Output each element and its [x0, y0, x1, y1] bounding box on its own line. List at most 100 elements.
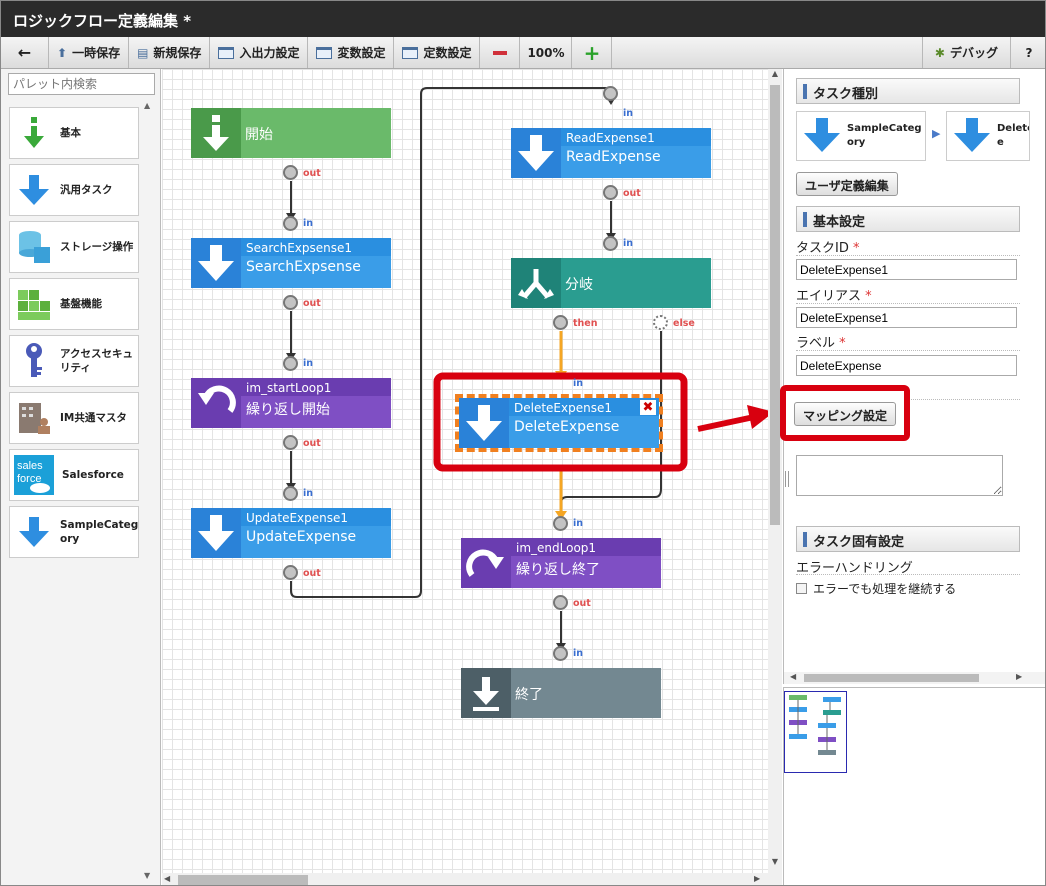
node-id: im_endLoop1 — [511, 538, 661, 556]
scroll-right-icon[interactable]: ▶ — [754, 874, 760, 883]
palette-scrollbar[interactable]: ▲ ▼ — [144, 101, 156, 881]
palette-item-storage[interactable]: ストレージ操作 — [9, 221, 139, 273]
search-node[interactable]: SearchExpsense1 SearchExpsense — [191, 238, 391, 288]
down-arrow-icon — [511, 128, 561, 178]
zoom-out-button[interactable] — [480, 37, 521, 68]
end-node[interactable]: 終了 — [461, 668, 661, 718]
temp-save-icon: ⬆ — [57, 45, 68, 60]
out-port[interactable] — [283, 565, 298, 580]
out-port[interactable] — [553, 595, 568, 610]
canvas-vertical-scrollbar[interactable]: ▲ ▼ — [768, 69, 782, 885]
grid-blocks-icon — [16, 284, 52, 324]
scroll-down-icon[interactable]: ▼ — [768, 857, 782, 866]
in-port[interactable] — [603, 236, 618, 251]
debug-button[interactable]: ✱ デバッグ — [923, 37, 1011, 68]
scroll-thumb[interactable] — [178, 875, 308, 885]
palette-item-sample-category[interactable]: SampleCateg ory — [9, 506, 139, 558]
in-port[interactable] — [553, 646, 568, 661]
port-label: in — [303, 218, 314, 229]
update-node[interactable]: UpdateExpense1 UpdateExpense — [191, 508, 391, 558]
out-port[interactable] — [283, 295, 298, 310]
task-card[interactable]: Delete e — [946, 111, 1030, 161]
down-arrow-blue-icon — [16, 170, 52, 210]
scroll-left-icon[interactable]: ◀ — [790, 672, 796, 681]
down-arrow-icon — [461, 668, 511, 718]
palette-item-platform[interactable]: 基盤機能 — [9, 278, 139, 330]
palette-search-input[interactable] — [8, 73, 155, 95]
continue-on-error-checkbox[interactable]: エラーでも処理を継続する — [796, 580, 956, 597]
task-id-field[interactable] — [796, 259, 1017, 280]
panel-resize-handle[interactable] — [785, 471, 789, 487]
in-port[interactable] — [283, 486, 298, 501]
palette-item-basic[interactable]: 基本 — [9, 107, 139, 159]
comment-textarea[interactable] — [796, 455, 1003, 496]
scroll-up-icon[interactable]: ▲ — [768, 69, 782, 78]
help-button[interactable]: ? — [1011, 37, 1045, 68]
out-port[interactable] — [283, 435, 298, 450]
read-node[interactable]: ReadExpense1 ReadExpense — [511, 128, 711, 178]
start-node[interactable]: 開始 — [191, 108, 391, 158]
scroll-down-icon[interactable]: ▼ — [144, 871, 150, 880]
loop-end-node[interactable]: im_endLoop1 繰り返し終了 — [461, 538, 661, 588]
mapping-settings-button[interactable]: マッピング設定 — [794, 402, 897, 426]
bug-icon: ✱ — [934, 45, 945, 60]
palette-item-im-master[interactable]: IM共通マスタ — [9, 392, 139, 444]
flow-canvas[interactable]: 開始 out in SearchExpsense1 SearchExpsense… — [162, 69, 782, 885]
window-icon — [218, 46, 235, 59]
task-id-label: タスクID * — [796, 241, 860, 256]
delete-node[interactable]: DeleteExpense1 DeleteExpense ✖ — [455, 394, 663, 452]
panel-horizontal-scrollbar[interactable]: ◀ ▶ — [784, 672, 1045, 684]
loop-start-node[interactable]: im_startLoop1 繰り返し開始 — [191, 378, 391, 428]
down-arrow-blue-icon — [803, 116, 841, 157]
new-save-button[interactable]: ▤ 新規保存 — [129, 37, 211, 68]
in-port[interactable] — [283, 356, 298, 371]
io-settings-button[interactable]: 入出力設定 — [210, 37, 309, 68]
scroll-up-icon[interactable]: ▲ — [144, 101, 156, 110]
plus-icon: + — [583, 40, 601, 65]
task-category-label: SampleCateg ory — [847, 123, 922, 148]
then-port[interactable] — [553, 315, 568, 330]
in-port[interactable] — [283, 216, 298, 231]
port-label: in — [303, 488, 314, 499]
task-category-card[interactable]: SampleCateg ory — [796, 111, 926, 161]
palette-item-label: ストレージ操作 — [60, 241, 134, 253]
checkbox-icon[interactable] — [796, 583, 807, 594]
var-settings-button[interactable]: 変数設定 — [308, 37, 395, 68]
in-port[interactable] — [603, 86, 618, 101]
loop-start-icon — [191, 378, 241, 428]
port-label: else — [673, 318, 695, 329]
in-port[interactable] — [553, 516, 568, 531]
branch-node[interactable]: 分岐 — [511, 258, 711, 308]
scroll-right-icon[interactable]: ▶ — [1016, 672, 1022, 681]
scroll-left-icon[interactable]: ◀ — [164, 874, 170, 883]
node-label: 分岐 — [565, 277, 593, 293]
palette-item-salesforce[interactable]: sales force Salesforce — [9, 449, 139, 501]
scroll-thumb[interactable] — [804, 674, 979, 682]
const-settings-button[interactable]: 定数設定 — [394, 37, 481, 68]
label-field[interactable] — [796, 355, 1017, 376]
delete-node-close-icon[interactable]: ✖ — [640, 400, 656, 415]
canvas-horizontal-scrollbar[interactable]: ◀ ▶ — [162, 873, 768, 885]
palette-item-generic-task[interactable]: 汎用タスク — [9, 164, 139, 216]
node-label: ReadExpense — [566, 149, 661, 165]
temp-save-button[interactable]: ⬆ 一時保存 — [49, 37, 130, 68]
else-port[interactable] — [653, 315, 668, 330]
node-id: UpdateExpense1 — [241, 508, 391, 526]
back-button[interactable]: ← — [1, 37, 49, 68]
node-id: ReadExpense1 — [561, 128, 711, 146]
palette-item-access-security[interactable]: アクセスセキュ リティ — [9, 335, 139, 387]
zoom-in-button[interactable]: + — [572, 37, 613, 68]
port-label: out — [623, 188, 641, 199]
minimap-viewport[interactable] — [784, 691, 847, 773]
out-port[interactable] — [283, 165, 298, 180]
continue-on-error-label: エラーでも処理を継続する — [813, 582, 957, 596]
out-port[interactable] — [603, 185, 618, 200]
port-label: out — [303, 168, 321, 179]
alias-field[interactable] — [796, 307, 1017, 328]
minus-icon — [492, 50, 507, 55]
palette-item-label: IM共通マスタ — [60, 412, 127, 424]
scroll-thumb[interactable] — [770, 85, 780, 525]
user-definition-edit-button[interactable]: ユーザ定義編集 — [796, 172, 898, 196]
new-save-icon: ▤ — [137, 45, 149, 60]
node-label: DeleteExpense — [514, 419, 620, 435]
